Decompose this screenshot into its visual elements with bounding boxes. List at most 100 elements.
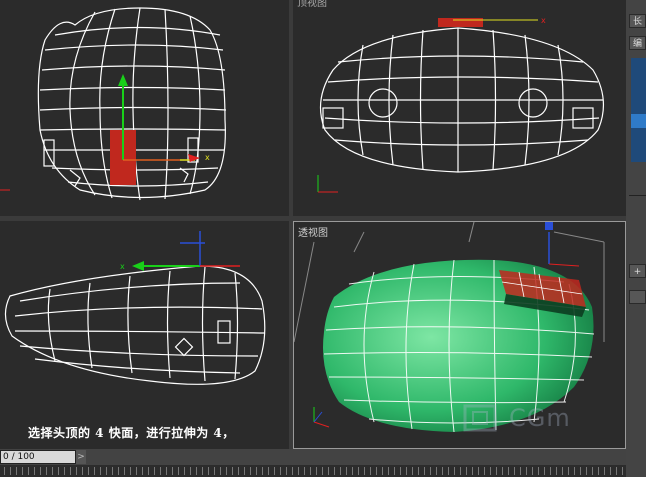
timeline-tick (586, 467, 587, 475)
viewport-front[interactable]: x (0, 0, 289, 216)
timeline-tick (112, 467, 113, 475)
timeline-tick (280, 467, 281, 475)
timeline-tick (94, 467, 95, 475)
timeline-tick (352, 467, 353, 475)
timeline-tick (310, 467, 311, 475)
timeline-tick (118, 467, 119, 475)
timeline-tick (388, 467, 389, 475)
panel-button-1[interactable]: 长 (629, 14, 646, 28)
timeline-tick (370, 467, 371, 475)
timeline-tick (46, 467, 47, 475)
timeline-tick (550, 467, 551, 475)
timeline-tick (316, 467, 317, 475)
svg-text:x: x (120, 262, 125, 271)
timeline-tick (52, 467, 53, 475)
timeline-tick (376, 467, 377, 475)
timeline-tick (154, 467, 155, 475)
time-slider[interactable]: 0 / 100 (0, 450, 76, 464)
timeline-tick (562, 467, 563, 475)
timeline-bar: 0 / 100 > (0, 449, 626, 477)
timeline-tick (142, 467, 143, 475)
timeline-tick (430, 467, 431, 475)
timeline-tick (40, 467, 41, 475)
selected-faces-top (438, 18, 483, 27)
timeline-tick (292, 467, 293, 475)
axis-tripod-icon (313, 407, 330, 428)
viewport-top[interactable]: 顶视图 x (293, 0, 626, 216)
timeline-tick (22, 467, 23, 475)
timeline-tick (334, 467, 335, 475)
viewport-perspective[interactable]: 透视图 CGm (293, 221, 626, 449)
timeline-tick (592, 467, 593, 475)
next-frame-button[interactable]: > (76, 450, 86, 464)
timeline-tick (526, 467, 527, 475)
timeline-tick (604, 467, 605, 475)
timeline-tick (130, 467, 131, 475)
timeline-tick (400, 467, 401, 475)
timeline-tick (298, 467, 299, 475)
timeline-tick (328, 467, 329, 475)
panel-button-3[interactable]: + (629, 264, 646, 278)
move-gizmo-icon (545, 222, 580, 267)
timeline-tick (460, 467, 461, 475)
timeline-tick (16, 467, 17, 475)
move-gizmo-icon (132, 231, 240, 271)
svg-text:x: x (205, 153, 210, 162)
timeline-tick (322, 467, 323, 475)
modifier-stack-list[interactable] (631, 58, 646, 162)
timeline-tick (442, 467, 443, 475)
timeline-tick (202, 467, 203, 475)
timeline-tick (502, 467, 503, 475)
timeline-tick (418, 467, 419, 475)
timeline-tick (4, 467, 5, 475)
timeline-tick (226, 467, 227, 475)
timeline-tick (58, 467, 59, 475)
timeline-tick (412, 467, 413, 475)
timeline-tick (238, 467, 239, 475)
left-view-mesh: x (4, 231, 266, 385)
timeline-tick (106, 467, 107, 475)
timeline-tick (304, 467, 305, 475)
timeline-tick (76, 467, 77, 475)
timeline-tick (610, 467, 611, 475)
timeline-tick (166, 467, 167, 475)
top-view-mesh: x (317, 16, 605, 193)
modifier-stack-selected[interactable] (631, 114, 646, 128)
timeline-tick (262, 467, 263, 475)
timeline-tick (148, 467, 149, 475)
timeline-tick (514, 467, 515, 475)
timeline-tick (496, 467, 497, 475)
timeline-tick (580, 467, 581, 475)
timeline-tick (508, 467, 509, 475)
timeline-tick (382, 467, 383, 475)
tutorial-caption: 选择头顶的 4 快面，进行拉伸为 4， (28, 426, 235, 440)
timeline-tick (286, 467, 287, 475)
timeline-tick (544, 467, 545, 475)
timeline-tick (538, 467, 539, 475)
timeline-tick (208, 467, 209, 475)
timeline-tick (622, 467, 623, 475)
timeline-tick (244, 467, 245, 475)
timeline-tick (436, 467, 437, 475)
timeline-tick (70, 467, 71, 475)
timeline-tick (124, 467, 125, 475)
viewport-left[interactable]: x (0, 221, 289, 449)
timeline-tick (490, 467, 491, 475)
timeline-tick (364, 467, 365, 475)
panel-button-2[interactable]: 编 (629, 36, 646, 50)
timeline-tick (616, 467, 617, 475)
panel-button-4[interactable] (629, 290, 646, 304)
timeline-ticks[interactable] (0, 465, 626, 477)
timeline-tick (424, 467, 425, 475)
timeline-tick (556, 467, 557, 475)
timeline-tick (172, 467, 173, 475)
timeline-tick (88, 467, 89, 475)
timeline-tick (568, 467, 569, 475)
timeline-tick (394, 467, 395, 475)
timeline-tick (190, 467, 191, 475)
timeline-tick (256, 467, 257, 475)
timeline-tick (520, 467, 521, 475)
timeline-tick (34, 467, 35, 475)
timeline-tick (250, 467, 251, 475)
watermark-text: CGm (509, 404, 571, 432)
